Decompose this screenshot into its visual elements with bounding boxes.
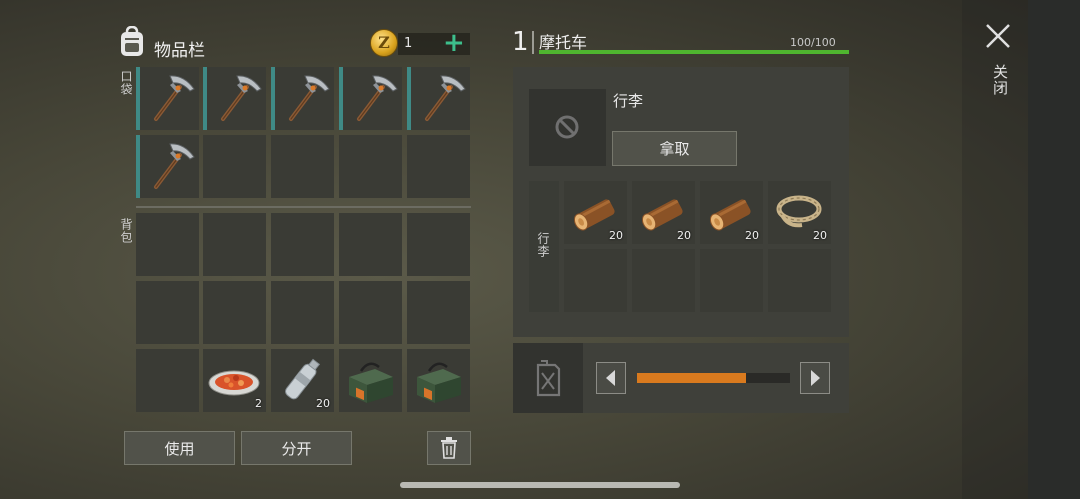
trunk-item-slot[interactable] xyxy=(700,249,763,312)
fuel-decrease-button[interactable] xyxy=(596,362,626,394)
coin-count: 1 xyxy=(404,36,413,51)
backpack-slot[interactable] xyxy=(407,213,470,276)
backpack-slot[interactable] xyxy=(339,213,402,276)
fuel-slot[interactable] xyxy=(513,343,583,413)
add-coins-button[interactable]: + xyxy=(443,28,465,58)
trunk-item-slot[interactable]: 20 xyxy=(564,181,627,244)
item-quantity: 20 xyxy=(813,229,827,242)
backpack-slot[interactable]: 20 xyxy=(271,349,334,412)
backpack-label: 背包 xyxy=(119,218,133,244)
trash-icon xyxy=(441,437,457,459)
backpack-slot[interactable] xyxy=(136,349,199,412)
close-label[interactable]: 关闭 xyxy=(990,64,1011,96)
arrow-right-icon xyxy=(811,370,820,386)
hp-bar-fill xyxy=(539,50,849,54)
ammo-box-icon xyxy=(417,362,461,403)
pocket-slot[interactable] xyxy=(203,67,266,130)
trunk-item-slot[interactable]: 20 xyxy=(768,181,831,244)
item-quantity: 2 xyxy=(255,397,262,410)
trunk-label: 行李 xyxy=(536,232,550,258)
item-quantity: 20 xyxy=(609,229,623,242)
backpack-slot[interactable]: 2 xyxy=(203,349,266,412)
delete-button[interactable] xyxy=(427,431,471,465)
use-button[interactable]: 使用 xyxy=(124,431,235,465)
fuel-slider-fill xyxy=(637,373,746,383)
pickaxe-icon xyxy=(154,75,195,121)
backpack-slot[interactable] xyxy=(407,349,470,412)
trunk-item-slot[interactable] xyxy=(632,249,695,312)
pocket-slot[interactable] xyxy=(407,67,470,130)
backpack-slot[interactable] xyxy=(203,213,266,276)
arrow-left-icon xyxy=(606,370,615,386)
vehicle-number: 1 xyxy=(512,27,529,57)
backpack-slot[interactable] xyxy=(339,281,402,344)
backpack-slot[interactable] xyxy=(136,213,199,276)
pocket-slot[interactable] xyxy=(271,135,334,198)
vehicle-hp: 100/100 xyxy=(790,36,836,49)
backpack-slot[interactable] xyxy=(203,281,266,344)
trunk-item-slot[interactable] xyxy=(564,249,627,312)
pickaxe-icon xyxy=(425,75,466,121)
no-entry-icon xyxy=(555,115,579,139)
pocket-slot[interactable] xyxy=(339,135,402,198)
home-indicator[interactable] xyxy=(400,482,680,488)
trunk-name: 行李 xyxy=(613,92,644,110)
screen-edge xyxy=(1028,0,1080,499)
inventory-title: 物品栏 xyxy=(154,41,205,61)
close-icon[interactable] xyxy=(984,22,1012,50)
item-quantity: 20 xyxy=(677,229,691,242)
fuel-increase-button[interactable] xyxy=(800,362,830,394)
section-divider xyxy=(136,206,471,208)
pocket-slot[interactable] xyxy=(339,67,402,130)
trunk-slot[interactable] xyxy=(529,89,606,166)
take-button[interactable]: 拿取 xyxy=(612,131,737,166)
item-quantity: 20 xyxy=(316,397,330,410)
pocket-slot[interactable] xyxy=(136,135,199,198)
item-quantity: 20 xyxy=(745,229,759,242)
trunk-item-slot[interactable]: 20 xyxy=(700,181,763,244)
ammo-box-icon xyxy=(349,362,393,403)
split-button[interactable]: 分开 xyxy=(241,431,352,465)
pickaxe-icon xyxy=(221,75,262,121)
backpack-slot[interactable] xyxy=(271,213,334,276)
pocket-slot[interactable] xyxy=(407,135,470,198)
pocket-slot[interactable] xyxy=(271,67,334,130)
trunk-item-slot[interactable] xyxy=(768,249,831,312)
backpack-slot[interactable] xyxy=(136,281,199,344)
trunk-item-slot[interactable]: 20 xyxy=(632,181,695,244)
pocket-slot[interactable] xyxy=(136,67,199,130)
backpack-icon xyxy=(121,26,143,56)
pickaxe-icon xyxy=(357,75,398,121)
pickaxe-icon xyxy=(154,143,195,189)
vehicle-separator xyxy=(532,31,534,54)
coin-icon: Z xyxy=(370,29,398,57)
pickaxe-icon xyxy=(289,75,330,121)
backpack-slot[interactable] xyxy=(271,281,334,344)
backpack-slot[interactable] xyxy=(407,281,470,344)
jerrycan-icon xyxy=(536,360,561,397)
pocket-slot[interactable] xyxy=(203,135,266,198)
backpack-slot[interactable] xyxy=(339,349,402,412)
pocket-label: 口袋 xyxy=(119,70,133,96)
